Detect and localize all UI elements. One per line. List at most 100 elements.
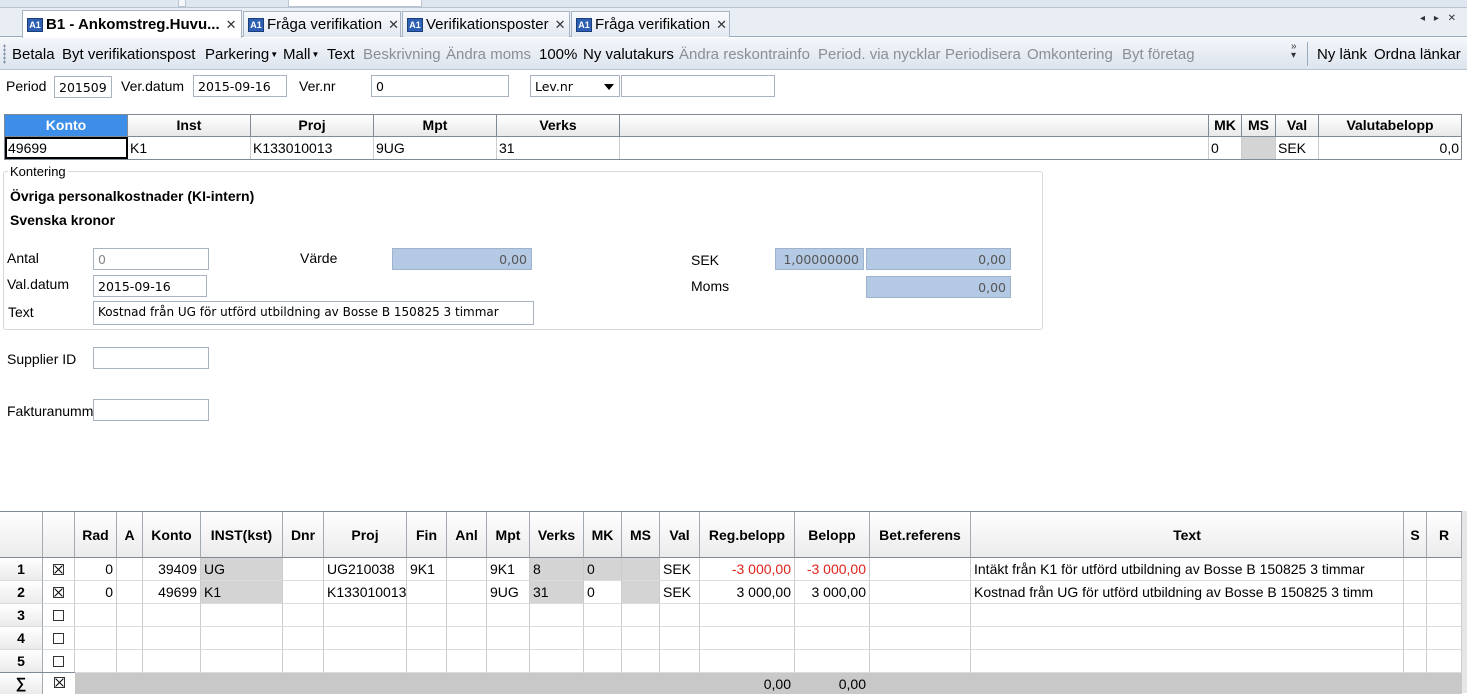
column-header-fin[interactable]: Fin [407, 512, 447, 558]
mall-menu[interactable]: Mall▼ [283, 46, 319, 63]
mpt-cell[interactable]: 9UG [374, 137, 497, 159]
empty-cell[interactable] [324, 650, 407, 673]
empty-cell[interactable] [622, 650, 660, 673]
mk-cell[interactable]: 0 [1209, 137, 1242, 159]
row-number[interactable]: 4 [0, 627, 43, 650]
empty-cell[interactable] [283, 627, 324, 650]
inst-cell[interactable]: UG [201, 558, 283, 581]
verks-cell[interactable]: 31 [530, 581, 584, 604]
ms-cell[interactable] [622, 558, 660, 581]
a-cell[interactable] [117, 581, 143, 604]
empty-cell[interactable] [447, 650, 487, 673]
tab-fraga-verifikation-2[interactable]: A1 Fråga verifikation ✕ [571, 11, 730, 37]
column-header-inst-kst[interactable]: INST(kst) [201, 512, 283, 558]
byt-foretag-button[interactable]: Byt företag [1122, 46, 1195, 63]
column-header-proj[interactable]: Proj [251, 115, 374, 137]
empty-cell[interactable] [530, 604, 584, 627]
reg-belopp-cell[interactable]: 3 000,00 [700, 581, 795, 604]
text-button[interactable]: Text [327, 46, 355, 63]
empty-cell[interactable] [660, 604, 700, 627]
empty-cell[interactable] [201, 650, 283, 673]
mpt-cell[interactable]: 9K1 [487, 558, 530, 581]
belopp-cell[interactable]: 3 000,00 [795, 581, 870, 604]
column-header-proj[interactable]: Proj [324, 512, 407, 558]
empty-cell[interactable] [201, 627, 283, 650]
vertical-scrollbar[interactable] [1462, 511, 1467, 693]
tab-verifikationsposter[interactable]: A1 Verifikationsposter ✕ [402, 11, 570, 37]
fin-cell[interactable] [407, 581, 447, 604]
bet-referens-cell[interactable] [870, 558, 971, 581]
supplier-id-input[interactable] [93, 347, 209, 369]
inst-cell[interactable]: K1 [201, 581, 283, 604]
empty-cell[interactable] [1404, 627, 1427, 650]
empty-cell[interactable] [143, 627, 201, 650]
empty-cell[interactable] [660, 627, 700, 650]
mpt-cell[interactable]: 9UG [487, 581, 530, 604]
empty-cell[interactable] [1427, 627, 1462, 650]
empty-cell[interactable] [622, 627, 660, 650]
empty-cell[interactable] [143, 604, 201, 627]
dnr-cell[interactable] [283, 558, 324, 581]
empty-cell[interactable] [971, 627, 1404, 650]
s-cell[interactable] [1404, 558, 1427, 581]
empty-cell[interactable] [283, 604, 324, 627]
verks-cell[interactable]: 31 [497, 137, 620, 159]
column-header-rad[interactable]: Rad [75, 512, 117, 558]
sum-checkbox[interactable] [43, 673, 75, 694]
empty-cell[interactable] [971, 650, 1404, 673]
ny-valutakurs-button[interactable]: Ny valutakurs [583, 46, 674, 63]
empty-cell[interactable] [201, 604, 283, 627]
anl-cell[interactable] [447, 581, 487, 604]
row-number[interactable]: 1 [0, 558, 43, 581]
andra-reskontrainfo-button[interactable]: Ändra reskontrainfo [679, 46, 810, 63]
levnr-select[interactable]: Lev.nr [530, 75, 620, 97]
parkering-menu[interactable]: Parkering▼ [205, 46, 278, 63]
empty-cell[interactable] [584, 627, 622, 650]
empty-cell[interactable] [622, 604, 660, 627]
empty-cell[interactable] [530, 627, 584, 650]
vernr-input[interactable]: 0 [371, 75, 509, 97]
row-checkbox[interactable] [43, 581, 75, 604]
val-cell[interactable]: SEK [1276, 137, 1319, 159]
column-header-check[interactable] [43, 512, 75, 558]
row-number[interactable]: 2 [0, 581, 43, 604]
val-cell[interactable]: SEK [660, 581, 700, 604]
ordna-lankar-button[interactable]: Ordna länkar [1374, 46, 1461, 63]
ms-cell[interactable] [622, 581, 660, 604]
column-header-s[interactable]: S [1404, 512, 1427, 558]
text-cell[interactable]: Intäkt från K1 för utförd utbildning av … [971, 558, 1404, 581]
empty-cell[interactable] [971, 604, 1404, 627]
empty-cell[interactable] [143, 650, 201, 673]
konto-cell[interactable]: 49699 [143, 581, 201, 604]
period-input[interactable]: 201509 [54, 76, 112, 98]
column-header-inst[interactable]: Inst [128, 115, 251, 137]
ms-cell[interactable] [1242, 137, 1276, 159]
anl-cell[interactable] [447, 558, 487, 581]
row-checkbox[interactable] [43, 604, 75, 627]
konto-cell[interactable]: 49699 [5, 137, 128, 159]
a-cell[interactable] [117, 558, 143, 581]
column-header-ms[interactable]: MS [1242, 115, 1276, 137]
dnr-cell[interactable] [283, 581, 324, 604]
r-cell[interactable] [1427, 581, 1462, 604]
empty-cell[interactable] [795, 627, 870, 650]
reg-belopp-cell[interactable]: -3 000,00 [700, 558, 795, 581]
toolbar-grip-icon[interactable] [3, 44, 6, 64]
fakturanummer-input[interactable] [93, 399, 209, 421]
column-header-verks[interactable]: Verks [497, 115, 620, 137]
empty-cell[interactable] [795, 604, 870, 627]
column-header-konto[interactable]: Konto [5, 115, 128, 137]
empty-cell[interactable] [584, 604, 622, 627]
column-header-mk[interactable]: MK [1209, 115, 1242, 137]
text-cell[interactable]: Kostnad från UG för utförd utbildning av… [971, 581, 1404, 604]
belopp-cell[interactable]: -3 000,00 [795, 558, 870, 581]
close-icon[interactable]: ✕ [388, 17, 399, 33]
empty-cell[interactable] [700, 627, 795, 650]
empty-cell[interactable] [1427, 650, 1462, 673]
betala-button[interactable]: Betala [12, 46, 55, 63]
empty-cell[interactable] [324, 627, 407, 650]
empty-cell[interactable] [75, 650, 117, 673]
proj-cell[interactable]: K133010013 [251, 137, 374, 159]
empty-cell[interactable] [283, 650, 324, 673]
rad-cell[interactable]: 0 [75, 558, 117, 581]
